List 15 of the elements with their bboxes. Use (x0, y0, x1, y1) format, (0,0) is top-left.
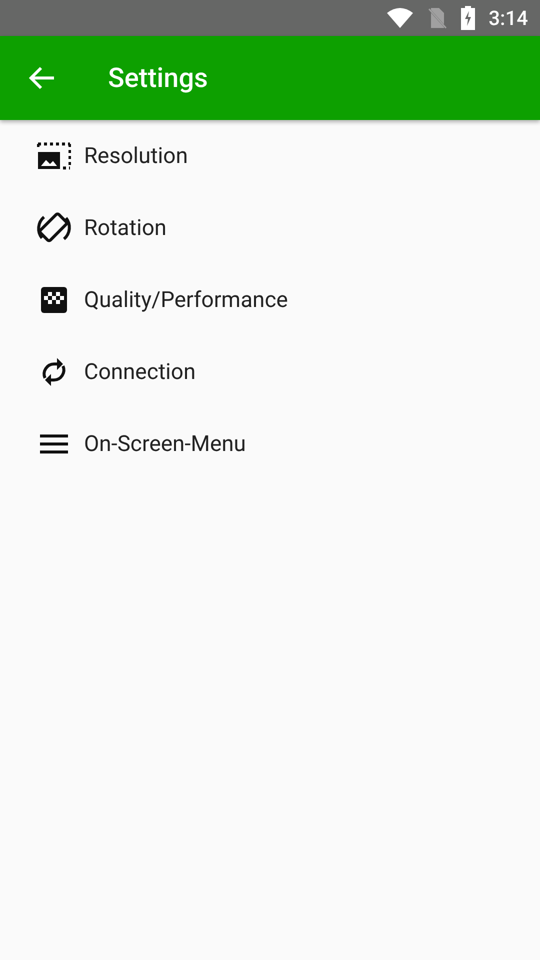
battery-charging-icon (460, 6, 475, 30)
menu-icon (40, 434, 68, 454)
settings-item[interactable]: Resolution (0, 120, 540, 192)
settings-item[interactable]: Quality/Performance (0, 264, 540, 336)
no-sim-icon (426, 7, 447, 29)
settings-item[interactable]: Rotation (0, 192, 540, 264)
screen-title: Settings (108, 60, 208, 96)
back-arrow-icon (29, 66, 55, 90)
settings-item[interactable]: Connection (0, 336, 540, 408)
settings-item[interactable]: On-Screen-Menu (0, 408, 540, 480)
status-time: 3:14 (488, 5, 528, 32)
checkered-grid-icon (40, 286, 68, 314)
image-frame-icon (37, 142, 71, 170)
sync-icon (40, 356, 68, 388)
wifi-icon (386, 8, 413, 28)
